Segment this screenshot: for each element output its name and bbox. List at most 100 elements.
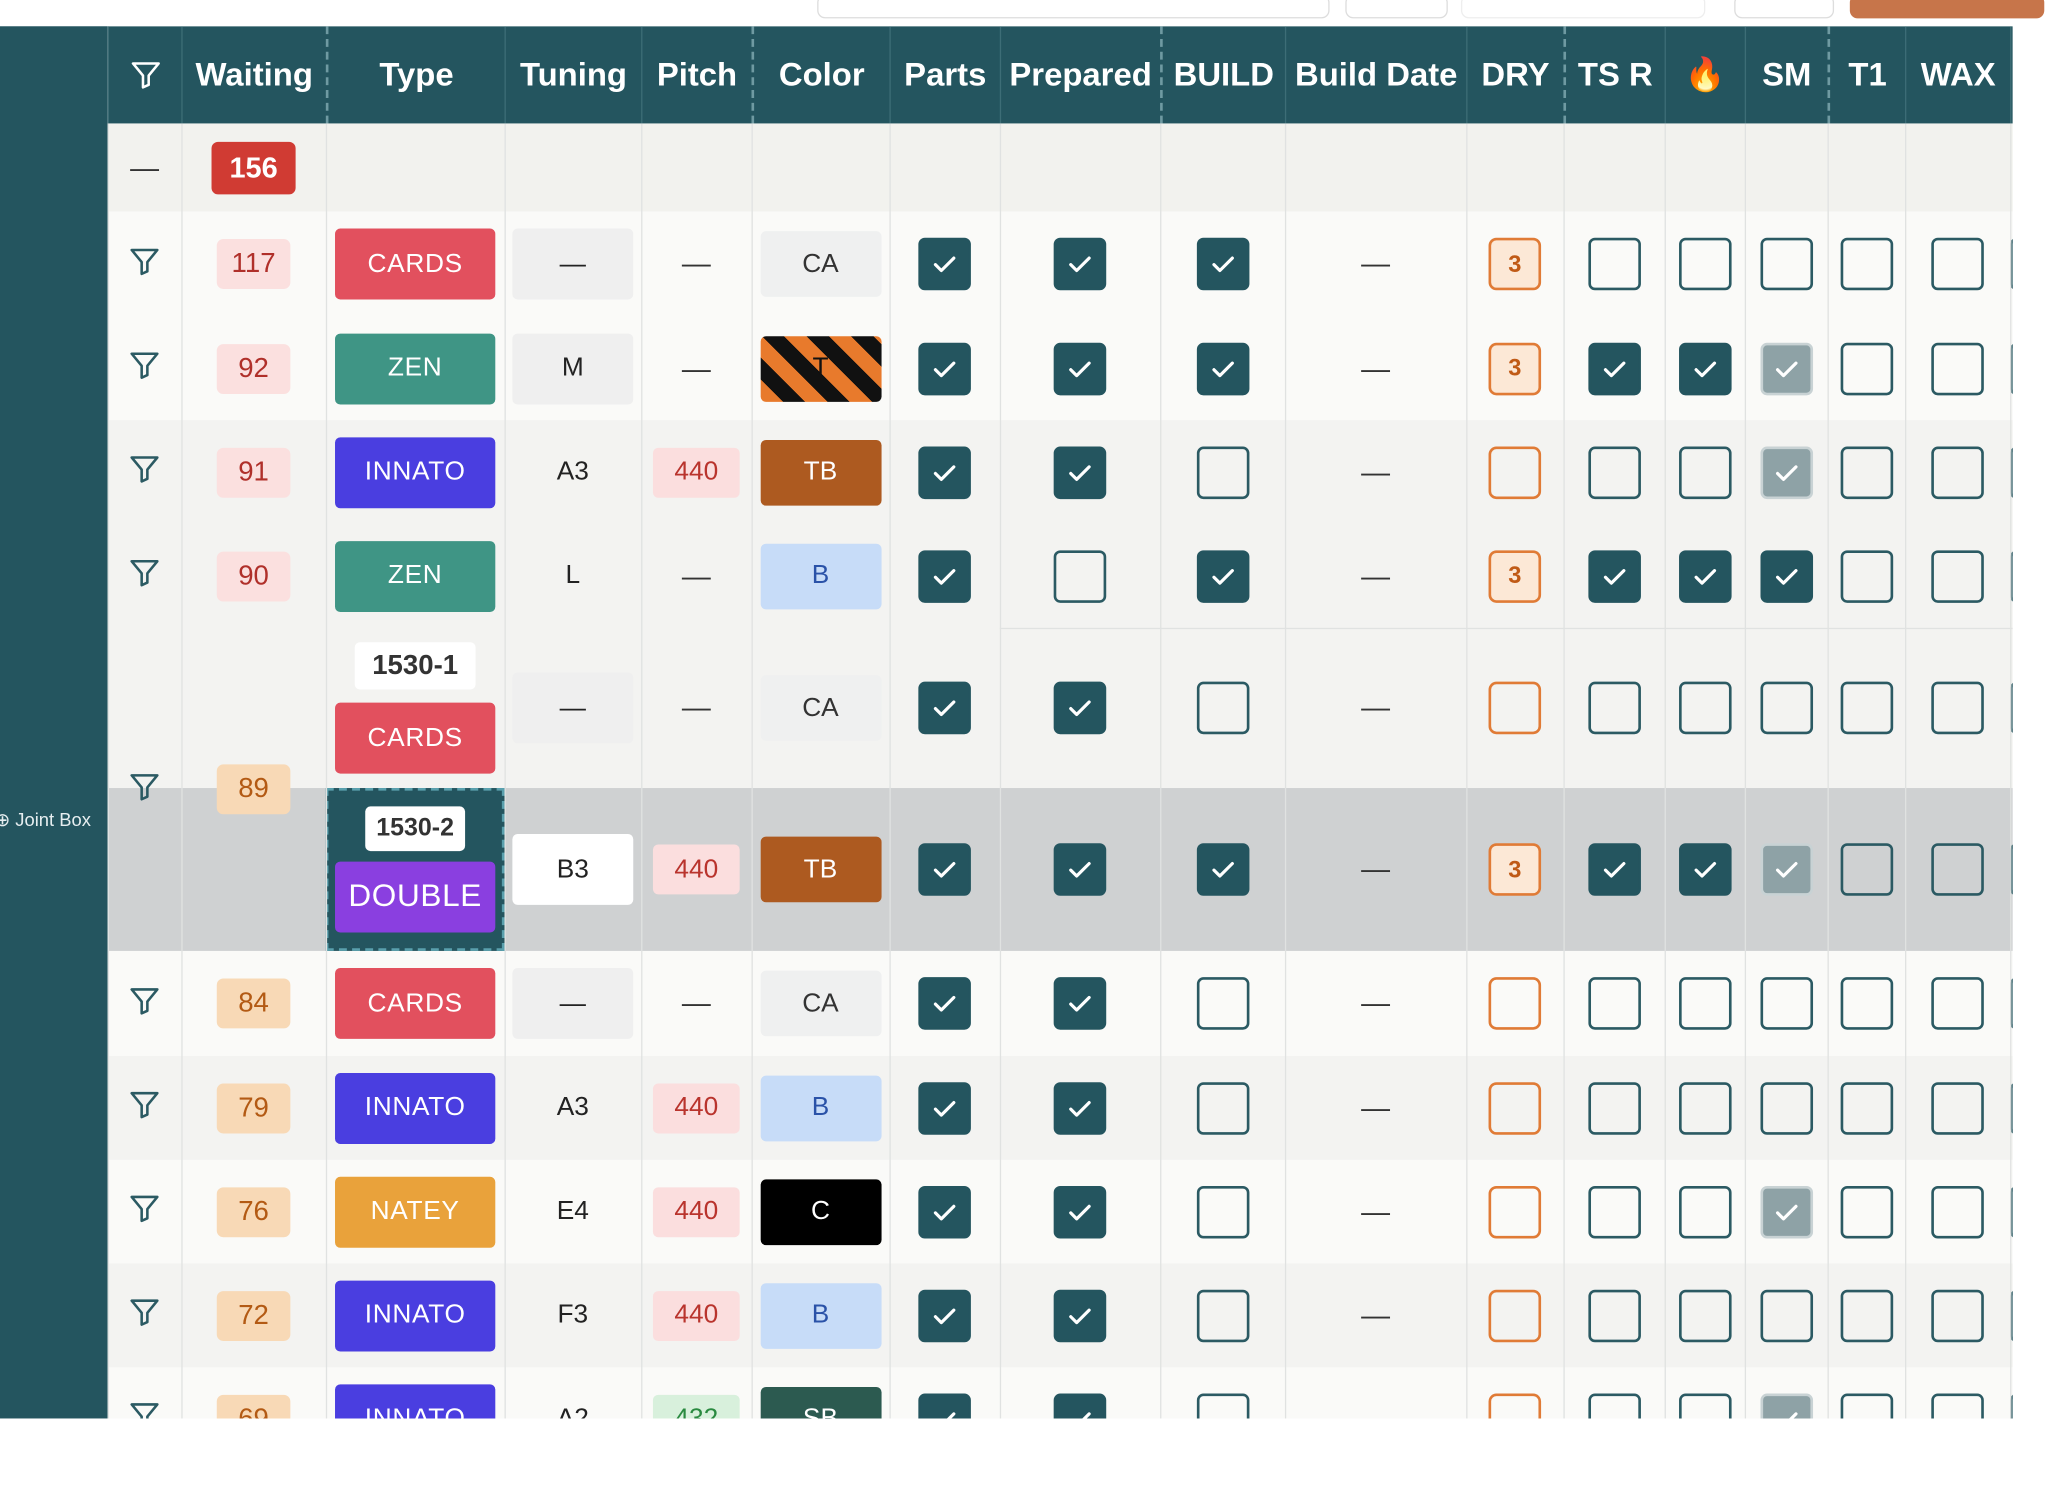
dry-counter[interactable] <box>1488 681 1542 735</box>
build-checkbox[interactable] <box>1196 1185 1249 1238</box>
build-checkbox[interactable] <box>1196 1081 1249 1135</box>
sm-checkbox[interactable] <box>1759 549 1813 603</box>
prepared-checkbox[interactable] <box>1053 843 1107 896</box>
t1-checkbox[interactable] <box>1839 549 1893 603</box>
dry-counter[interactable] <box>1488 1392 1542 1419</box>
prepared-checkbox[interactable] <box>1053 549 1107 603</box>
column-header-prepared[interactable]: Prepared <box>999 26 1160 124</box>
dry-counter[interactable] <box>1488 1185 1542 1238</box>
prepared-checkbox[interactable] <box>1053 342 1107 395</box>
t1-checkbox[interactable] <box>1839 1392 1893 1419</box>
type-badge[interactable]: INNATO <box>335 436 496 508</box>
type-badge[interactable]: CARDS <box>335 702 496 774</box>
prepared-checkbox[interactable] <box>1053 445 1107 499</box>
parts-checkbox[interactable] <box>918 342 971 395</box>
type-badge[interactable]: NATEY <box>335 1176 496 1248</box>
column-header-sm[interactable]: SM <box>1744 26 1828 124</box>
sm-checkbox[interactable] <box>1759 237 1813 291</box>
sm-checkbox[interactable] <box>1759 342 1813 395</box>
parts-checkbox[interactable] <box>918 843 971 896</box>
parts-checkbox[interactable] <box>918 237 971 291</box>
build-checkbox[interactable] <box>1196 1392 1249 1419</box>
ts-r-checkbox[interactable] <box>1587 342 1641 395</box>
column-header-color[interactable]: Color <box>751 26 889 124</box>
fire-checkbox[interactable] <box>1678 843 1731 896</box>
dry-counter[interactable]: 3 <box>1488 342 1542 395</box>
build-checkbox[interactable] <box>1196 977 1249 1030</box>
column-header-t1[interactable]: T1 <box>1827 26 1905 124</box>
filter-icon[interactable] <box>127 1087 161 1128</box>
prepared-checkbox[interactable] <box>1053 1185 1107 1238</box>
t1-checkbox[interactable] <box>1839 1289 1893 1342</box>
ts-r-checkbox[interactable] <box>1587 1392 1641 1419</box>
filter-icon[interactable] <box>127 769 161 810</box>
toolbar-button-fragment[interactable] <box>1345 0 1448 19</box>
fire-checkbox[interactable] <box>1678 1081 1731 1135</box>
column-header-fire[interactable]: 🔥 <box>1664 26 1745 124</box>
filter-header-icon[interactable] <box>107 26 182 124</box>
wax-checkbox[interactable] <box>1931 1289 1984 1342</box>
parts-checkbox[interactable] <box>918 1289 971 1342</box>
ts-r-checkbox[interactable] <box>1587 445 1641 499</box>
column-header-dry[interactable]: DRY <box>1466 26 1563 124</box>
build-checkbox[interactable] <box>1196 1289 1249 1342</box>
t1-checkbox[interactable] <box>1839 1081 1893 1135</box>
sm-checkbox[interactable] <box>1759 1185 1813 1238</box>
parts-checkbox[interactable] <box>918 445 971 499</box>
fire-checkbox[interactable] <box>1678 237 1731 291</box>
ts-r-checkbox[interactable] <box>1587 681 1641 735</box>
ts-r-checkbox[interactable] <box>1587 843 1641 896</box>
column-header-type[interactable]: Type <box>325 26 505 124</box>
ts-r-checkbox[interactable] <box>1587 1081 1641 1135</box>
sm-checkbox[interactable] <box>1759 681 1813 735</box>
type-badge[interactable]: CARDS <box>335 967 496 1039</box>
filter-icon[interactable] <box>127 452 161 493</box>
prepared-checkbox[interactable] <box>1053 681 1107 735</box>
parts-checkbox[interactable] <box>918 1081 971 1135</box>
parts-checkbox[interactable] <box>918 1185 971 1238</box>
dry-counter[interactable]: 3 <box>1488 237 1542 291</box>
type-badge[interactable]: DOUBLE <box>335 861 496 933</box>
type-badge[interactable]: INNATO <box>335 1383 496 1419</box>
toolbar-action-button-fragment[interactable] <box>1849 0 2045 19</box>
t1-checkbox[interactable] <box>1839 843 1893 896</box>
build-checkbox[interactable] <box>1196 237 1249 291</box>
wax-checkbox[interactable] <box>1931 681 1984 735</box>
parts-checkbox[interactable] <box>918 977 971 1030</box>
parts-checkbox[interactable] <box>918 1392 971 1419</box>
type-badge[interactable]: INNATO <box>335 1072 496 1144</box>
fire-checkbox[interactable] <box>1678 549 1731 603</box>
wax-checkbox[interactable] <box>1931 977 1984 1030</box>
type-badge[interactable]: ZEN <box>335 540 496 612</box>
toolbar-toggle-fragment[interactable] <box>1460 0 1706 19</box>
t1-checkbox[interactable] <box>1839 342 1893 395</box>
ts-r-checkbox[interactable] <box>1587 549 1641 603</box>
prepared-checkbox[interactable] <box>1053 977 1107 1030</box>
t1-checkbox[interactable] <box>1839 445 1893 499</box>
dry-counter[interactable] <box>1488 445 1542 499</box>
sm-checkbox[interactable] <box>1759 843 1813 896</box>
t1-checkbox[interactable] <box>1839 977 1893 1030</box>
fire-checkbox[interactable] <box>1678 1185 1731 1238</box>
sm-checkbox[interactable] <box>1759 977 1813 1030</box>
build-checkbox[interactable] <box>1196 843 1249 896</box>
filter-icon[interactable] <box>127 1399 161 1419</box>
wax-checkbox[interactable] <box>1931 1392 1984 1419</box>
filter-icon[interactable] <box>127 1295 161 1336</box>
column-header-tuning[interactable]: Tuning <box>504 26 641 124</box>
prepared-checkbox[interactable] <box>1053 237 1107 291</box>
ts-r-checkbox[interactable] <box>1587 977 1641 1030</box>
prepared-checkbox[interactable] <box>1053 1289 1107 1342</box>
wax-checkbox[interactable] <box>1931 843 1984 896</box>
prepared-checkbox[interactable] <box>1053 1392 1107 1419</box>
dry-counter[interactable] <box>1488 1289 1542 1342</box>
type-badge[interactable]: ZEN <box>335 332 496 404</box>
dry-counter[interactable]: 3 <box>1488 843 1542 896</box>
column-header-parts[interactable]: Parts <box>889 26 999 124</box>
sm-checkbox[interactable] <box>1759 1289 1813 1342</box>
sm-checkbox[interactable] <box>1759 1081 1813 1135</box>
build-checkbox[interactable] <box>1196 342 1249 395</box>
wax-checkbox[interactable] <box>1931 549 1984 603</box>
ts-r-checkbox[interactable] <box>1587 1185 1641 1238</box>
t1-checkbox[interactable] <box>1839 237 1893 291</box>
